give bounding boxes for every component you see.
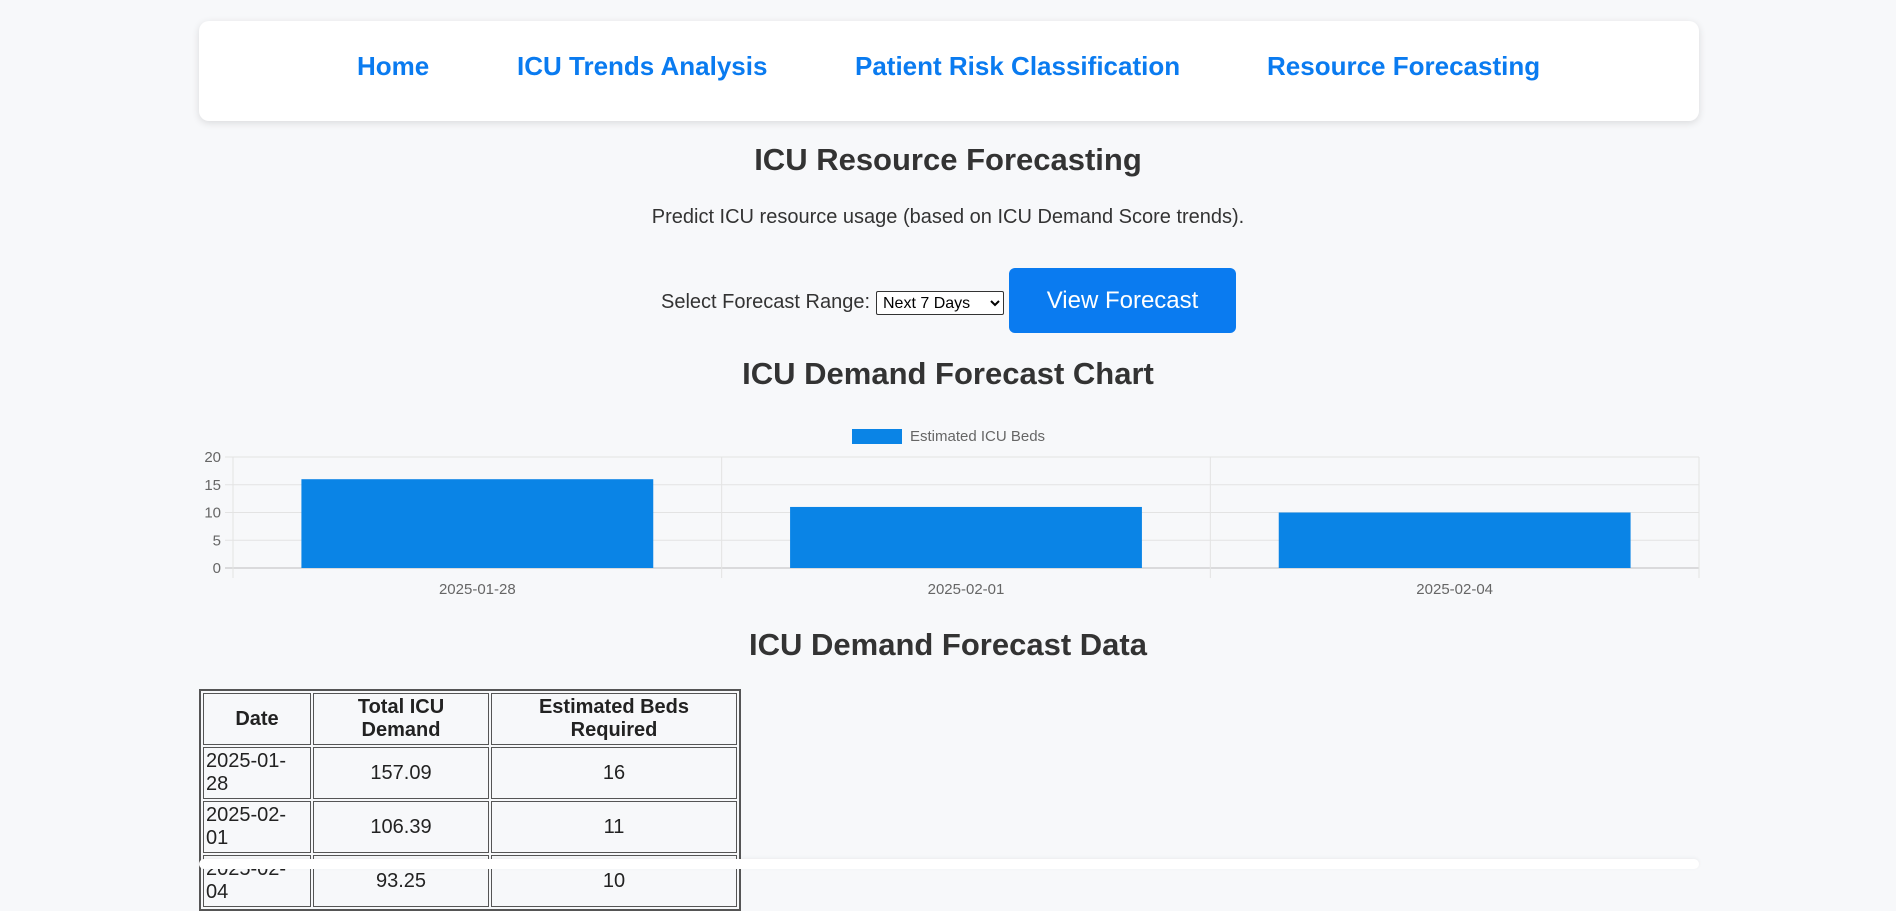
y-tick-label: 5	[213, 532, 221, 549]
forecast-data-table: Date Total ICU Demand Estimated Beds Req…	[199, 689, 741, 911]
view-forecast-button[interactable]: View Forecast	[1009, 268, 1236, 333]
table-cell-date: 2025-01-28	[203, 747, 311, 799]
y-tick-label: 10	[204, 505, 221, 522]
bar-2025-02-04	[1278, 512, 1631, 568]
table-header-row: Date Total ICU Demand Estimated Beds Req…	[203, 693, 737, 745]
nav-patient-risk-link[interactable]: Patient Risk Classification	[855, 51, 1180, 82]
table-cell-total-demand: 157.09	[313, 747, 489, 799]
nav-resource-forecasting-link[interactable]: Resource Forecasting	[1267, 51, 1540, 82]
table-row: 2025-01-28 157.09 16	[203, 747, 737, 799]
y-tick-label: 15	[204, 477, 221, 494]
chart-y-ticks: 0 5 10 15 20	[204, 449, 221, 577]
table-cell-estimated-beds: 11	[491, 801, 737, 853]
demand-forecast-chart: Estimated ICU Beds 05101520 2025-01-28 20…	[204, 428, 1700, 598]
nav-icu-trends-link[interactable]: ICU Trends Analysis	[517, 51, 767, 82]
table-cell-date: 2025-02-01	[203, 801, 311, 853]
table-row: 2025-02-01 106.39 11	[203, 801, 737, 853]
chart-legend[interactable]: Estimated ICU Beds	[852, 428, 1045, 445]
forecast-range-label: Select Forecast Range:	[661, 291, 870, 313]
footer-card	[199, 859, 1699, 869]
x-tick-label: 2025-02-01	[928, 581, 1005, 598]
bar-2025-01-28	[301, 479, 654, 568]
table-cell-estimated-beds: 16	[491, 747, 737, 799]
nav-home-link[interactable]: Home	[357, 51, 429, 82]
table-title: ICU Demand Forecast Data	[749, 627, 1147, 662]
y-tick-label: 20	[204, 449, 221, 466]
chart-bars	[301, 479, 1631, 568]
page-subtitle: Predict ICU resource usage (based on ICU…	[651, 206, 1245, 228]
y-tick-label: 0	[213, 560, 221, 577]
page-title: ICU Resource Forecasting	[754, 142, 1142, 177]
legend-label: Estimated ICU Beds	[910, 428, 1045, 445]
x-tick-label: 2025-01-28	[439, 581, 516, 598]
bar-2025-02-01	[790, 506, 1142, 568]
legend-swatch	[852, 429, 902, 444]
nav-bar: Home ICU Trends Analysis Patient Risk Cl…	[199, 21, 1699, 121]
x-tick-label: 2025-02-04	[1416, 581, 1493, 598]
column-header-total-demand: Total ICU Demand	[313, 693, 489, 745]
column-header-estimated-beds: Estimated Beds Required	[491, 693, 737, 745]
forecast-range-select[interactable]: Next 7 Days	[876, 291, 1004, 315]
chart-x-ticks: 2025-01-28 2025-02-01 2025-02-04	[439, 581, 1493, 598]
table-cell-total-demand: 106.39	[313, 801, 489, 853]
column-header-date: Date	[203, 693, 311, 745]
chart-title: ICU Demand Forecast Chart	[742, 356, 1154, 391]
